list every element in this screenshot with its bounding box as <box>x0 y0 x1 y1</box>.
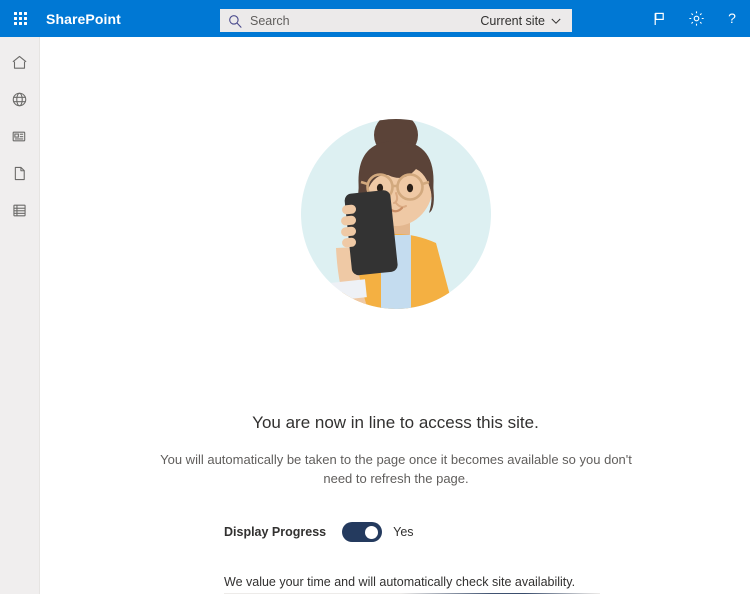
brand-sharepoint[interactable]: SharePoint <box>46 11 121 27</box>
left-rail <box>0 37 40 594</box>
list-icon <box>11 202 28 224</box>
header-actions: ? <box>642 0 750 37</box>
search-input[interactable] <box>250 10 481 31</box>
search-scope-dropdown[interactable]: Current site <box>480 14 572 28</box>
person-with-phone-illustration <box>300 119 491 309</box>
sidebar-item-sites[interactable] <box>0 84 39 120</box>
display-progress-toggle[interactable] <box>342 522 383 542</box>
sidebar-item-home[interactable] <box>0 47 39 83</box>
flag-icon[interactable] <box>642 0 678 37</box>
chevron-down-icon <box>551 14 561 28</box>
page-icon <box>11 165 28 187</box>
sidebar-item-lists[interactable] <box>0 195 39 231</box>
suite-header: SharePoint Current site <box>0 0 750 37</box>
gear-icon[interactable] <box>678 0 714 37</box>
display-progress-state: Yes <box>393 525 414 539</box>
illustration-container <box>41 113 750 309</box>
display-progress-label: Display Progress <box>224 525 327 539</box>
availability-message: We value your time and will automaticall… <box>224 575 576 589</box>
main-content: You are now in line to access this site.… <box>41 37 750 594</box>
home-icon <box>11 54 28 76</box>
globe-icon <box>11 91 28 113</box>
toggle-knob <box>365 525 379 539</box>
svg-text:?: ? <box>728 10 736 26</box>
search-icon <box>220 14 250 28</box>
waffle-icon <box>13 12 27 25</box>
page-subtitle: You will automatically be taken to the p… <box>160 452 632 486</box>
app-launcher-button[interactable] <box>0 0 40 37</box>
sidebar-item-files[interactable] <box>0 158 39 194</box>
news-icon <box>11 128 28 150</box>
search-box[interactable]: Current site <box>220 9 572 32</box>
search-scope-label: Current site <box>480 13 545 28</box>
display-progress-row: Display Progress Yes <box>224 522 414 542</box>
help-icon[interactable]: ? <box>714 0 750 37</box>
sidebar-item-news[interactable] <box>0 121 39 157</box>
page-title: You are now in line to access this site. <box>252 413 539 432</box>
